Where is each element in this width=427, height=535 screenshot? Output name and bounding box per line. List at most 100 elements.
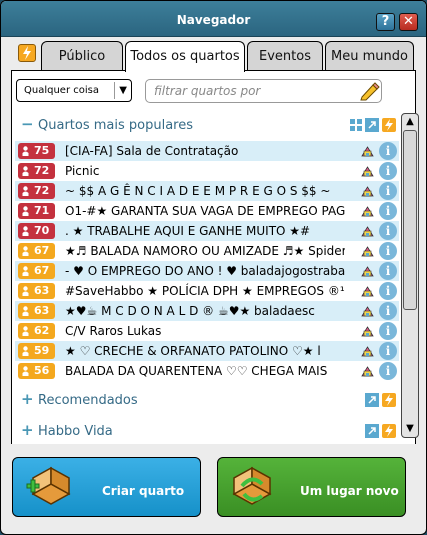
room-row[interactable]: 59 ★ ♡ CRECHE & ORFANATO PATOLINO ♡★ l i — [15, 341, 399, 361]
room-row[interactable]: 63 #SaveHabbo ★ POLÍCIA DPH ★ EMPREGOS ®¹… — [15, 281, 399, 301]
room-row[interactable]: 56 BALADA DA QUARENTENA ♡♡ CHEGA MAIS i — [15, 361, 399, 381]
user-count-badge: 62 — [18, 323, 55, 339]
pencil-icon[interactable] — [358, 81, 380, 101]
group-icon[interactable] — [361, 145, 374, 157]
info-icon[interactable]: i — [379, 222, 397, 240]
create-room-label: Criar quarto — [102, 484, 185, 498]
info-icon[interactable]: i — [379, 162, 397, 180]
user-count-badge: 75 — [18, 143, 55, 159]
room-row[interactable]: 72 Picnic i — [15, 161, 399, 181]
info-icon[interactable]: i — [379, 282, 397, 300]
user-count: 59 — [34, 344, 50, 357]
title-bar[interactable]: Navegador ? ✕ — [1, 1, 426, 37]
info-icon[interactable]: i — [379, 262, 397, 280]
room-name: - ♥ O EMPREGO DO ANO ! ♥ baladajogostrab… — [65, 264, 345, 278]
category-header-habbo-vida[interactable]: + Habbo Vida — [15, 418, 399, 442]
info-icon[interactable]: i — [379, 182, 397, 200]
person-icon — [22, 246, 29, 256]
create-room-button[interactable]: Criar quarto — [12, 457, 201, 517]
user-count-badge: 67 — [18, 243, 55, 259]
info-icon[interactable]: i — [379, 342, 397, 360]
list-scrollbar[interactable]: ▲ ▼ — [401, 113, 419, 438]
group-icon[interactable] — [361, 285, 374, 297]
room-row[interactable]: 72 ~ $$ A G Ê N C I A D E E M P R E G O S… — [15, 181, 399, 201]
user-count-badge: 70 — [18, 223, 55, 239]
group-icon[interactable] — [361, 225, 374, 237]
group-icon[interactable] — [361, 245, 374, 257]
expand-icon[interactable]: + — [21, 390, 34, 408]
room-name: C/V Raros Lukas — [65, 324, 162, 338]
person-icon — [22, 206, 29, 216]
room-name: ★ ♡ CRECHE & ORFANATO PATOLINO ♡★ l — [65, 344, 321, 358]
tab-meu-mundo[interactable]: Meu mundo — [325, 41, 414, 71]
user-count-badge: 67 — [18, 263, 55, 279]
expand-view-icon[interactable] — [365, 393, 379, 407]
user-count: 71 — [34, 204, 50, 217]
room-row[interactable]: 67 - ♥ O EMPREGO DO ANO ! ♥ baladajogostr… — [15, 261, 399, 281]
lightning-icon[interactable] — [382, 424, 396, 438]
room-name: . ★ TRABALHE AQUI E GANHE MUITO ★# — [65, 224, 311, 238]
help-button[interactable]: ? — [376, 13, 395, 31]
person-icon — [22, 346, 29, 356]
info-icon[interactable]: i — [379, 202, 397, 220]
group-icon[interactable] — [361, 305, 374, 317]
room-row[interactable]: 75 [CIA-FA] Sala de Contratação i — [15, 141, 399, 161]
filter-type-value: Qualquer coisa — [24, 85, 99, 96]
room-row[interactable]: 67 ★♬ BALADA NAMORO OU AMIZADE ♬★ Spider i — [15, 241, 399, 261]
group-icon[interactable] — [361, 265, 374, 277]
room-row[interactable]: 62 C/V Raros Lukas i — [15, 321, 399, 341]
scrollbar-thumb[interactable] — [403, 130, 417, 310]
expand-view-icon[interactable] — [365, 118, 379, 132]
room-row[interactable]: 71 O1-#★ GARANTA SUA VAGA DE EMPREGO PAGA… — [15, 201, 399, 221]
random-room-label: Um lugar novo — [300, 484, 399, 498]
user-count: 70 — [34, 224, 50, 237]
tab-todos-os-quartos[interactable]: Todos os quartos — [125, 41, 245, 72]
scroll-up-icon[interactable]: ▲ — [403, 115, 417, 129]
group-icon[interactable] — [361, 325, 374, 337]
filter-type-select[interactable]: Qualquer coisa ▼ — [16, 79, 132, 102]
person-icon — [22, 326, 29, 336]
lightning-icon[interactable] — [382, 393, 396, 407]
navigator-window: Navegador ? ✕ Público Todos os quartos E… — [0, 0, 427, 535]
tab-eventos[interactable]: Eventos — [247, 41, 323, 71]
info-icon[interactable]: i — [379, 302, 397, 320]
close-button[interactable]: ✕ — [399, 13, 418, 31]
grid-view-icon[interactable] — [349, 118, 363, 132]
scroll-down-icon[interactable]: ▼ — [403, 422, 417, 436]
collapse-icon[interactable]: − — [21, 115, 34, 133]
lightning-icon[interactable] — [18, 44, 36, 62]
user-count-badge: 56 — [18, 363, 55, 379]
group-icon[interactable] — [361, 345, 374, 357]
expand-view-icon[interactable] — [365, 424, 379, 438]
group-icon[interactable] — [361, 365, 374, 377]
group-icon[interactable] — [361, 185, 374, 197]
person-icon — [22, 266, 29, 276]
room-filter-input[interactable]: filtrar quartos por — [145, 79, 382, 103]
group-icon[interactable] — [361, 165, 374, 177]
user-count-badge: 63 — [18, 303, 55, 319]
user-count: 72 — [34, 164, 50, 177]
user-count: 56 — [34, 364, 50, 377]
user-count-badge: 72 — [18, 163, 55, 179]
category-label: Habbo Vida — [38, 424, 113, 439]
group-icon[interactable] — [361, 205, 374, 217]
expand-icon[interactable]: + — [21, 421, 34, 439]
tab-publico[interactable]: Público — [41, 41, 123, 71]
info-icon[interactable]: i — [379, 242, 397, 260]
room-name: #SaveHabbo ★ POLÍCIA DPH ★ EMPREGOS ®¹ ϟ… — [65, 284, 345, 298]
category-header-recomendados[interactable]: + Recomendados — [15, 387, 399, 413]
random-room-button[interactable]: Um lugar novo — [217, 457, 406, 517]
room-row[interactable]: 63 ★♥☕ M C D O N A L D ® ☕♥★ baladaesc i — [15, 301, 399, 321]
create-room-icon — [26, 466, 71, 505]
room-name: ~ $$ A G Ê N C I A D E E M P R E G O S $… — [65, 184, 331, 198]
category-header-popular[interactable]: − Quartos mais populares — [15, 112, 399, 138]
info-icon[interactable]: i — [379, 322, 397, 340]
info-icon[interactable]: i — [379, 362, 397, 380]
room-name: Picnic — [65, 164, 100, 178]
info-icon[interactable]: i — [379, 142, 397, 160]
person-icon — [22, 306, 29, 316]
room-row[interactable]: 70 . ★ TRABALHE AQUI E GANHE MUITO ★# i — [15, 221, 399, 241]
room-list[interactable]: − Quartos mais populares 75 [CIA-FA] Sala… — [15, 111, 399, 442]
lightning-icon[interactable] — [382, 118, 396, 132]
person-icon — [22, 186, 29, 196]
